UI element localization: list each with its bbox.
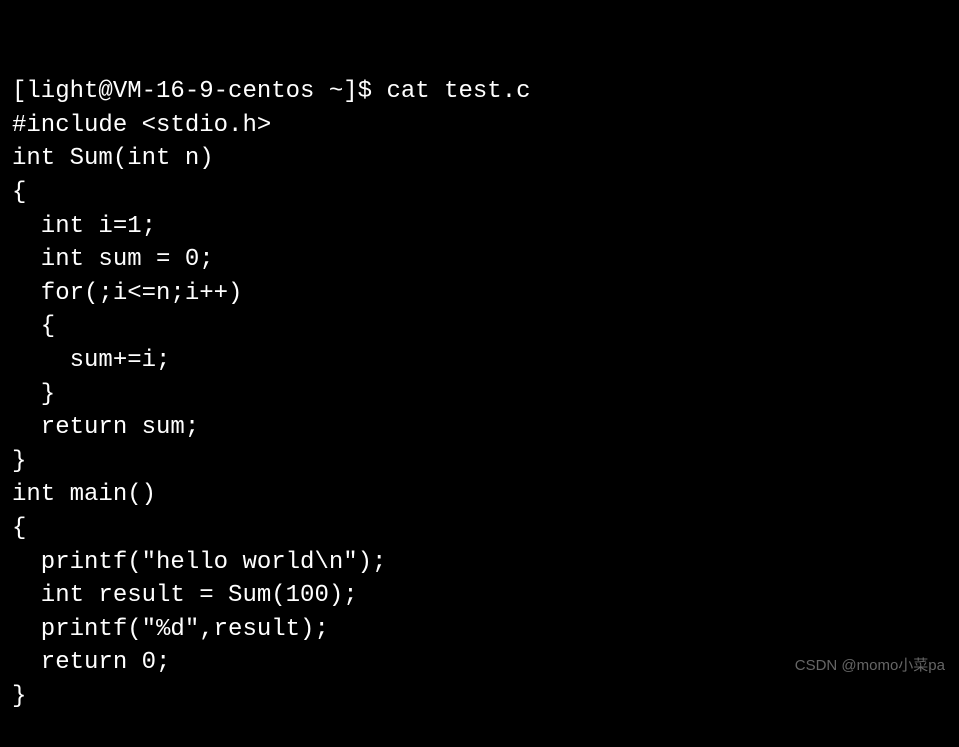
terminal-output[interactable]: [light@VM-16-9-centos ~]$ cat test.c#inc… [12,8,947,747]
watermark-text: CSDN @momo小菜pa [795,655,945,676]
code-line: } [12,680,947,714]
code-line: printf("%d",result); [12,613,947,647]
code-line: { [12,310,947,344]
code-line: { [12,512,947,546]
command-line: [light@VM-16-9-centos ~]$ cat test.c [12,75,947,109]
code-line: } [12,378,947,412]
code-line: int i=1; [12,210,947,244]
code-line: int result = Sum(100); [12,579,947,613]
code-line: sum+=i; [12,344,947,378]
command-text: cat test.c [386,78,530,105]
code-line: int sum = 0; [12,243,947,277]
code-line: int Sum(int n) [12,142,947,176]
code-line: printf("hello world\n"); [12,546,947,580]
shell-prompt: [light@VM-16-9-centos ~]$ [12,78,386,105]
code-line: #include <stdio.h> [12,109,947,143]
code-line: for(;i<=n;i++) [12,277,947,311]
code-line: { [12,176,947,210]
code-line: } [12,445,947,479]
code-line: int main() [12,478,947,512]
code-line: return sum; [12,411,947,445]
